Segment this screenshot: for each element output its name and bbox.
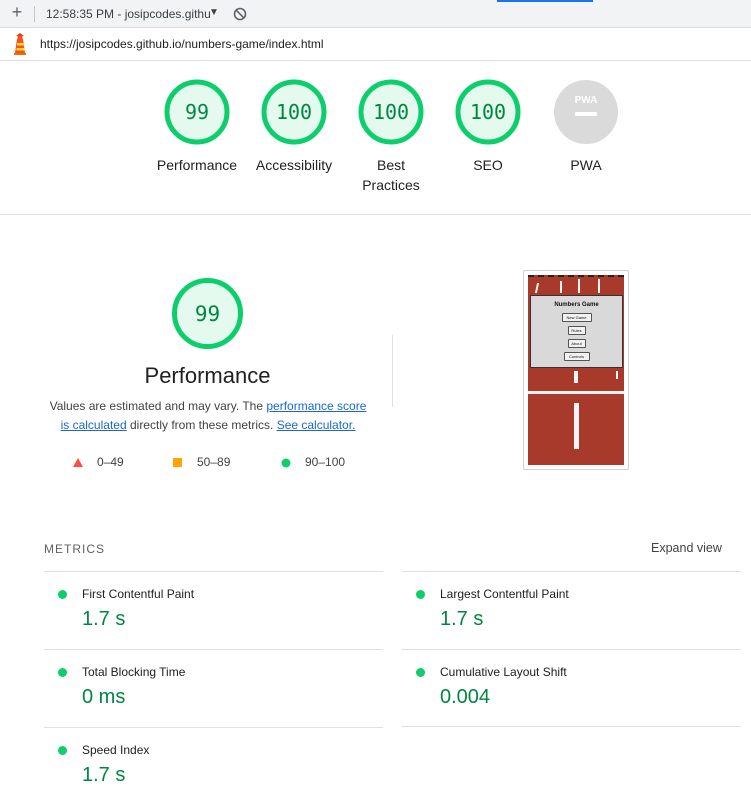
score-gauges: 99 Performance 100 Accessibility 100 Bes… <box>0 61 751 215</box>
active-tab-indicator <box>497 0 593 2</box>
pass-dot-icon <box>58 746 67 755</box>
metric-speed-index: Speed Index 1.7 s <box>44 727 383 802</box>
pass-dot-icon <box>58 590 67 599</box>
gauge-best-practices[interactable]: 100 Best Practices <box>343 79 439 195</box>
expand-view-toggle[interactable]: Expand view <box>651 541 722 555</box>
score-value: 99 <box>185 100 209 124</box>
svg-text:PWA: PWA <box>575 95 598 106</box>
final-screenshot[interactable]: Numbers Game New Game Rules About Contro… <box>523 270 629 470</box>
metric-first-contentful-paint: First Contentful Paint 1.7 s <box>44 571 383 649</box>
score-ring: 100 <box>455 79 521 145</box>
gauge-label: PWA <box>570 157 602 173</box>
triangle-icon <box>73 458 83 467</box>
score-value: 100 <box>276 100 312 124</box>
score-ring: 100 <box>358 79 424 145</box>
square-icon <box>173 458 182 467</box>
pwa-badge-icon: PWA <box>554 80 618 144</box>
gauge-label: SEO <box>473 157 503 173</box>
lighthouse-icon <box>14 33 26 55</box>
screenshot-image: Numbers Game New Game Rules About Contro… <box>528 275 624 465</box>
score-ring: 99 <box>164 79 230 145</box>
new-tab-button[interactable]: + <box>9 3 25 21</box>
svg-text:99: 99 <box>195 302 220 326</box>
pass-dot-icon <box>416 590 425 599</box>
metric-name: Largest Contentful Paint <box>440 587 569 601</box>
metric-value: 0 ms <box>82 686 126 708</box>
gauge-performance[interactable]: 99 Performance <box>149 79 245 175</box>
gauge-label: Accessibility <box>255 157 333 173</box>
metric-value: 0.004 <box>440 686 491 708</box>
score-ring: 100 <box>261 79 327 145</box>
clear-block-icon[interactable] <box>233 7 247 21</box>
pass-dot-icon <box>58 668 67 677</box>
metric-largest-contentful-paint: Largest Contentful Paint 1.7 s <box>402 571 741 649</box>
metrics-header: METRICS <box>44 542 105 556</box>
metric-cumulative-layout-shift: Cumulative Layout Shift 0.004 <box>402 649 741 727</box>
performance-score-gauge: 99 <box>172 278 243 349</box>
metric-name: Cumulative Layout Shift <box>440 665 567 679</box>
gauge-label: Best Practices <box>362 157 420 193</box>
section-divider <box>392 335 393 407</box>
gauge-label: Performance <box>156 157 238 173</box>
metric-row-divider <box>402 726 741 727</box>
url-bar: https://josipcodes.github.io/numbers-gam… <box>0 28 751 61</box>
gauge-pwa[interactable]: PWA PWA <box>538 79 634 175</box>
metric-total-blocking-time: Total Blocking Time 0 ms <box>44 649 383 727</box>
game-menu-preview: Numbers Game New Game Rules About Contro… <box>530 295 623 368</box>
score-value: 100 <box>470 100 506 124</box>
performance-section: 99 Performance Values are estimated and … <box>0 215 751 515</box>
circle-icon <box>281 458 291 468</box>
see-calculator-link[interactable]: See calculator. <box>277 418 356 432</box>
toolbar-separator <box>34 6 35 22</box>
metric-value: 1.7 s <box>440 608 484 630</box>
score-value: 100 <box>373 100 409 124</box>
report-selector-dropdown-icon[interactable]: ▼ <box>209 7 219 18</box>
report-url[interactable]: https://josipcodes.github.io/numbers-gam… <box>40 37 323 51</box>
metric-name: Speed Index <box>82 743 150 757</box>
report-selector-title[interactable]: 12:58:35 PM - josipcodes.githu <box>46 7 211 21</box>
gauge-seo[interactable]: 100 SEO <box>440 79 536 175</box>
metric-value: 1.7 s <box>82 764 126 786</box>
pass-dot-icon <box>416 668 425 677</box>
performance-description: Values are estimated and may vary. The p… <box>49 399 367 432</box>
metric-name: Total Blocking Time <box>82 665 186 679</box>
gauge-accessibility[interactable]: 100 Accessibility <box>246 79 342 175</box>
performance-title: Performance <box>144 363 271 388</box>
browser-toolbar: + 12:58:35 PM - josipcodes.githu ▼ <box>0 0 751 28</box>
metric-name: First Contentful Paint <box>82 587 195 601</box>
metric-value: 1.7 s <box>82 608 126 630</box>
